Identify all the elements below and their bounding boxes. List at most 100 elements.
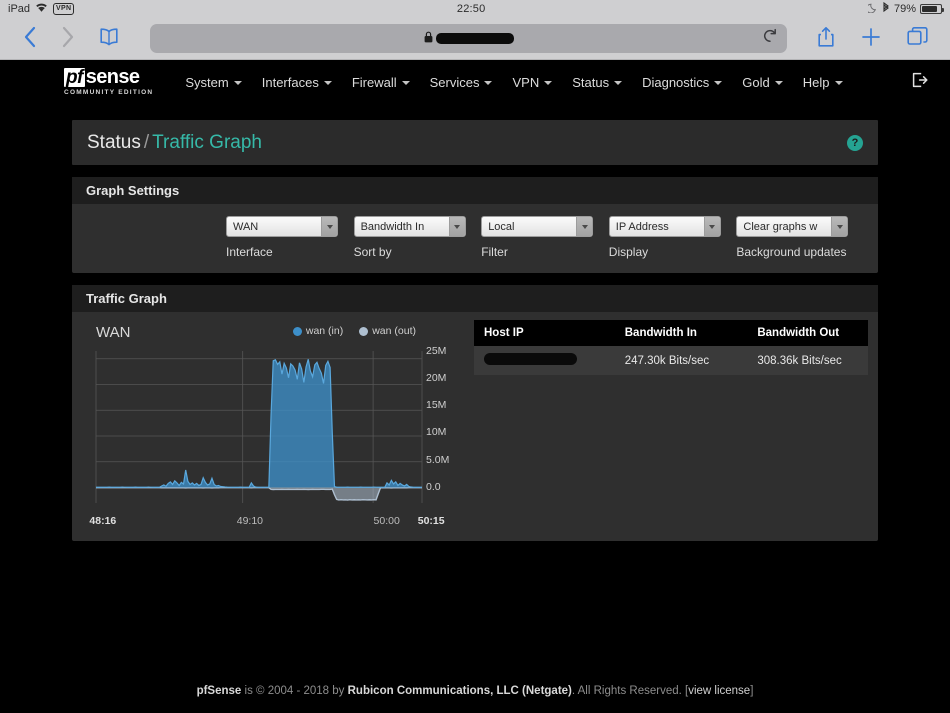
column-bandwidth-out[interactable]: Bandwidth Out [735, 320, 868, 346]
legend-swatch-out [359, 326, 369, 336]
graph-settings-panel: Graph Settings WAN Interface Bandwidth I… [72, 177, 878, 273]
x-tick-label: 49:10 [236, 515, 264, 527]
breadcrumb-parent[interactable]: Status [87, 132, 141, 153]
nav-item-diagnostics[interactable]: Diagnostics [632, 69, 732, 96]
background-updates-select-value: Clear graphs w [743, 220, 818, 233]
chevron-down-icon [614, 81, 623, 85]
chart-legend: wan (in) wan (out) [292, 325, 416, 337]
footer-text-2: . All Rights Reserved. [ [571, 685, 689, 697]
nav-label: Services [429, 74, 480, 90]
footer-text-1: is © 2004 - 2018 by [241, 685, 348, 697]
nav-item-services[interactable]: Services [420, 69, 503, 96]
chevron-down-icon [834, 81, 843, 85]
nav-label: VPN [512, 74, 540, 90]
column-bandwidth-in[interactable]: Bandwidth In [602, 320, 736, 346]
y-tick-label: 15M [426, 399, 447, 412]
breadcrumb-separator: / [143, 131, 150, 153]
logo-sense-text: sense [85, 66, 140, 88]
table-row[interactable]: 247.30k Bits/sec 308.36k Bits/sec [474, 346, 868, 375]
host-ip-redacted [484, 353, 577, 365]
logo-pf-mark: pf [64, 67, 85, 88]
breadcrumb-current: Traffic Graph [152, 131, 262, 153]
nav-item-vpn[interactable]: VPN [502, 69, 562, 96]
battery-percent-label: 79% [893, 3, 916, 15]
sort-by-select-value: Bandwidth In [360, 220, 425, 233]
settings-controls-row: WAN Interface Bandwidth In Sort by Local… [86, 216, 864, 259]
traffic-graph-panel: Traffic Graph WAN wan (in) wan (out) 0.0… [72, 285, 878, 541]
wifi-icon [35, 2, 48, 16]
page-title-bar: Status / Traffic Graph ? [72, 120, 878, 165]
interface-select[interactable]: WAN [226, 216, 338, 237]
legend-item-wan-in[interactable]: wan (in) [292, 325, 344, 337]
display-select[interactable]: IP Address [608, 216, 721, 237]
graph-settings-body: WAN Interface Bandwidth In Sort by Local… [72, 204, 878, 273]
chart-x-axis-labels: 48:16 49:10 50:00 50:15 [82, 515, 464, 531]
vpn-badge: VPN [53, 3, 75, 15]
display-select-value: IP Address [615, 220, 669, 233]
traffic-graph-title: Traffic Graph [72, 285, 878, 312]
setting-background-updates: Clear graphs w Background updates [736, 216, 864, 259]
chevron-down-icon [448, 217, 465, 236]
chevron-down-icon [703, 217, 720, 236]
legend-label-in: wan (in) [305, 325, 344, 337]
nav-label: Diagnostics [642, 74, 710, 90]
y-tick-label: 5.0M [426, 453, 450, 466]
x-tick-label: 50:15 [417, 515, 445, 527]
nav-label: Status [572, 74, 610, 90]
clock-label: 22:50 [456, 3, 486, 15]
nav-item-interfaces[interactable]: Interfaces [252, 69, 342, 96]
setting-sort-by: Bandwidth In Sort by [353, 216, 482, 259]
nav-label: Firewall [351, 74, 397, 90]
tabs-icon[interactable] [907, 26, 928, 51]
bluetooth-icon [882, 1, 890, 17]
chevron-down-icon [714, 81, 723, 85]
chevron-down-icon [323, 81, 332, 85]
plus-icon[interactable] [861, 27, 881, 51]
logo-edition-label: COMMUNITY EDITION [64, 89, 154, 96]
cell-bandwidth-out: 308.36k Bits/sec [735, 346, 868, 375]
page-content: Status / Traffic Graph ? Graph Settings WA… [0, 120, 950, 541]
share-icon[interactable] [817, 26, 835, 52]
traffic-chart: WAN wan (in) wan (out) 0.0 5.0M 10M 15M … [82, 320, 464, 531]
chevron-down-icon [401, 81, 410, 85]
question-mark-icon[interactable]: ? [847, 134, 863, 151]
browser-action-buttons [817, 26, 938, 52]
browser-toolbar [0, 18, 950, 60]
footer-brand: pfSense [196, 685, 242, 697]
browser-nav-buttons [12, 26, 120, 52]
url-bar[interactable] [150, 24, 787, 53]
nav-item-help[interactable]: Help [793, 69, 853, 96]
book-icon[interactable] [98, 27, 120, 51]
display-label: Display [608, 245, 649, 259]
footer-text-3: ] [750, 685, 754, 697]
sort-by-select[interactable]: Bandwidth In [353, 216, 466, 237]
nav-item-system[interactable]: System [175, 69, 251, 96]
filter-label: Filter [481, 245, 508, 259]
filter-select[interactable]: Local [481, 216, 594, 237]
padlock-icon [424, 30, 433, 48]
interface-label: Interface [226, 245, 273, 259]
view-license-link[interactable]: view license [688, 685, 750, 697]
filter-select-value: Local [488, 220, 515, 233]
y-tick-label: 0.0 [426, 480, 441, 493]
pfsense-navbar: pf sense COMMUNITY EDITION System Interfa… [0, 60, 950, 104]
nav-item-firewall[interactable]: Firewall [342, 69, 420, 96]
breadcrumb: Status / Traffic Graph [87, 132, 262, 154]
column-host-ip[interactable]: Host IP [474, 320, 603, 346]
chevron-left-icon[interactable] [24, 26, 37, 52]
setting-display: IP Address Display [608, 216, 737, 259]
nav-label: Interfaces [261, 74, 319, 90]
navbar-menu: System Interfaces Firewall Services VPN … [175, 69, 911, 96]
legend-item-wan-out[interactable]: wan (out) [359, 325, 416, 337]
background-updates-select[interactable]: Clear graphs w [736, 216, 849, 237]
reload-icon[interactable] [763, 28, 777, 49]
x-tick-label: 48:16 [89, 515, 117, 527]
nav-item-gold[interactable]: Gold [732, 69, 792, 96]
url-content [424, 30, 514, 48]
pfsense-logo[interactable]: pf sense COMMUNITY EDITION [64, 66, 154, 96]
nav-item-status[interactable]: Status [562, 69, 632, 96]
nav-label: Gold [742, 74, 770, 90]
setting-filter: Local Filter [481, 216, 609, 259]
chevron-down-icon [831, 217, 848, 236]
logout-icon[interactable] [911, 72, 936, 93]
